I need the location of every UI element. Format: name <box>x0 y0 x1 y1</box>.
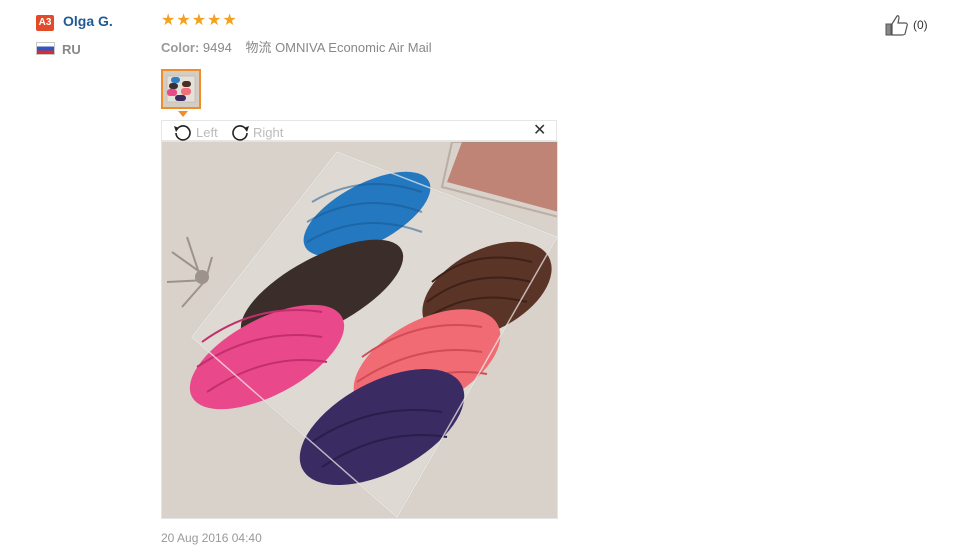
rating-stars: ★ ★ ★ ★ ★ <box>161 12 237 30</box>
shipping-method: 物流 OMNIVA Economic Air Mail <box>245 40 432 55</box>
review-photo <box>161 141 558 519</box>
rotate-right-label: Right <box>253 124 284 140</box>
star-icon: ★ <box>161 12 176 29</box>
helpful-count: (0) <box>913 18 928 32</box>
thumbnail-pointer <box>178 111 188 117</box>
rotate-left-icon <box>174 125 191 141</box>
review-date: 20 Aug 2016 04:40 <box>161 531 262 545</box>
rotate-right-icon <box>232 125 249 141</box>
close-viewer-button[interactable]: ✕ <box>533 121 546 141</box>
thumbnail-image <box>163 71 199 107</box>
rotate-left-label: Left <box>196 124 218 140</box>
star-icon: ★ <box>176 12 191 29</box>
rotate-right-button[interactable]: Right <box>229 123 283 141</box>
order-info: Color: 9494 物流 OMNIVA Economic Air Mail <box>161 37 432 56</box>
star-icon: ★ <box>222 12 237 29</box>
reviewer-name-link[interactable]: Olga G. <box>63 13 113 29</box>
helpful-button[interactable]: (0) <box>885 14 928 36</box>
image-viewer-toolbar: Left Right ✕ <box>161 120 557 141</box>
rotate-left-button[interactable]: Left <box>172 123 218 141</box>
review-photo-thumbnail[interactable] <box>161 69 201 109</box>
star-icon: ★ <box>191 12 207 29</box>
star-icon: ★ <box>207 12 222 29</box>
photo-hair-ties-box <box>162 142 557 518</box>
user-level-badge: A3 <box>36 15 54 31</box>
country-flag-icon <box>36 42 55 55</box>
color-value: 9494 <box>202 40 232 55</box>
color-label: Color: <box>161 40 200 55</box>
reviewer-country: RU <box>62 42 81 57</box>
thumbs-up-icon <box>885 15 908 36</box>
